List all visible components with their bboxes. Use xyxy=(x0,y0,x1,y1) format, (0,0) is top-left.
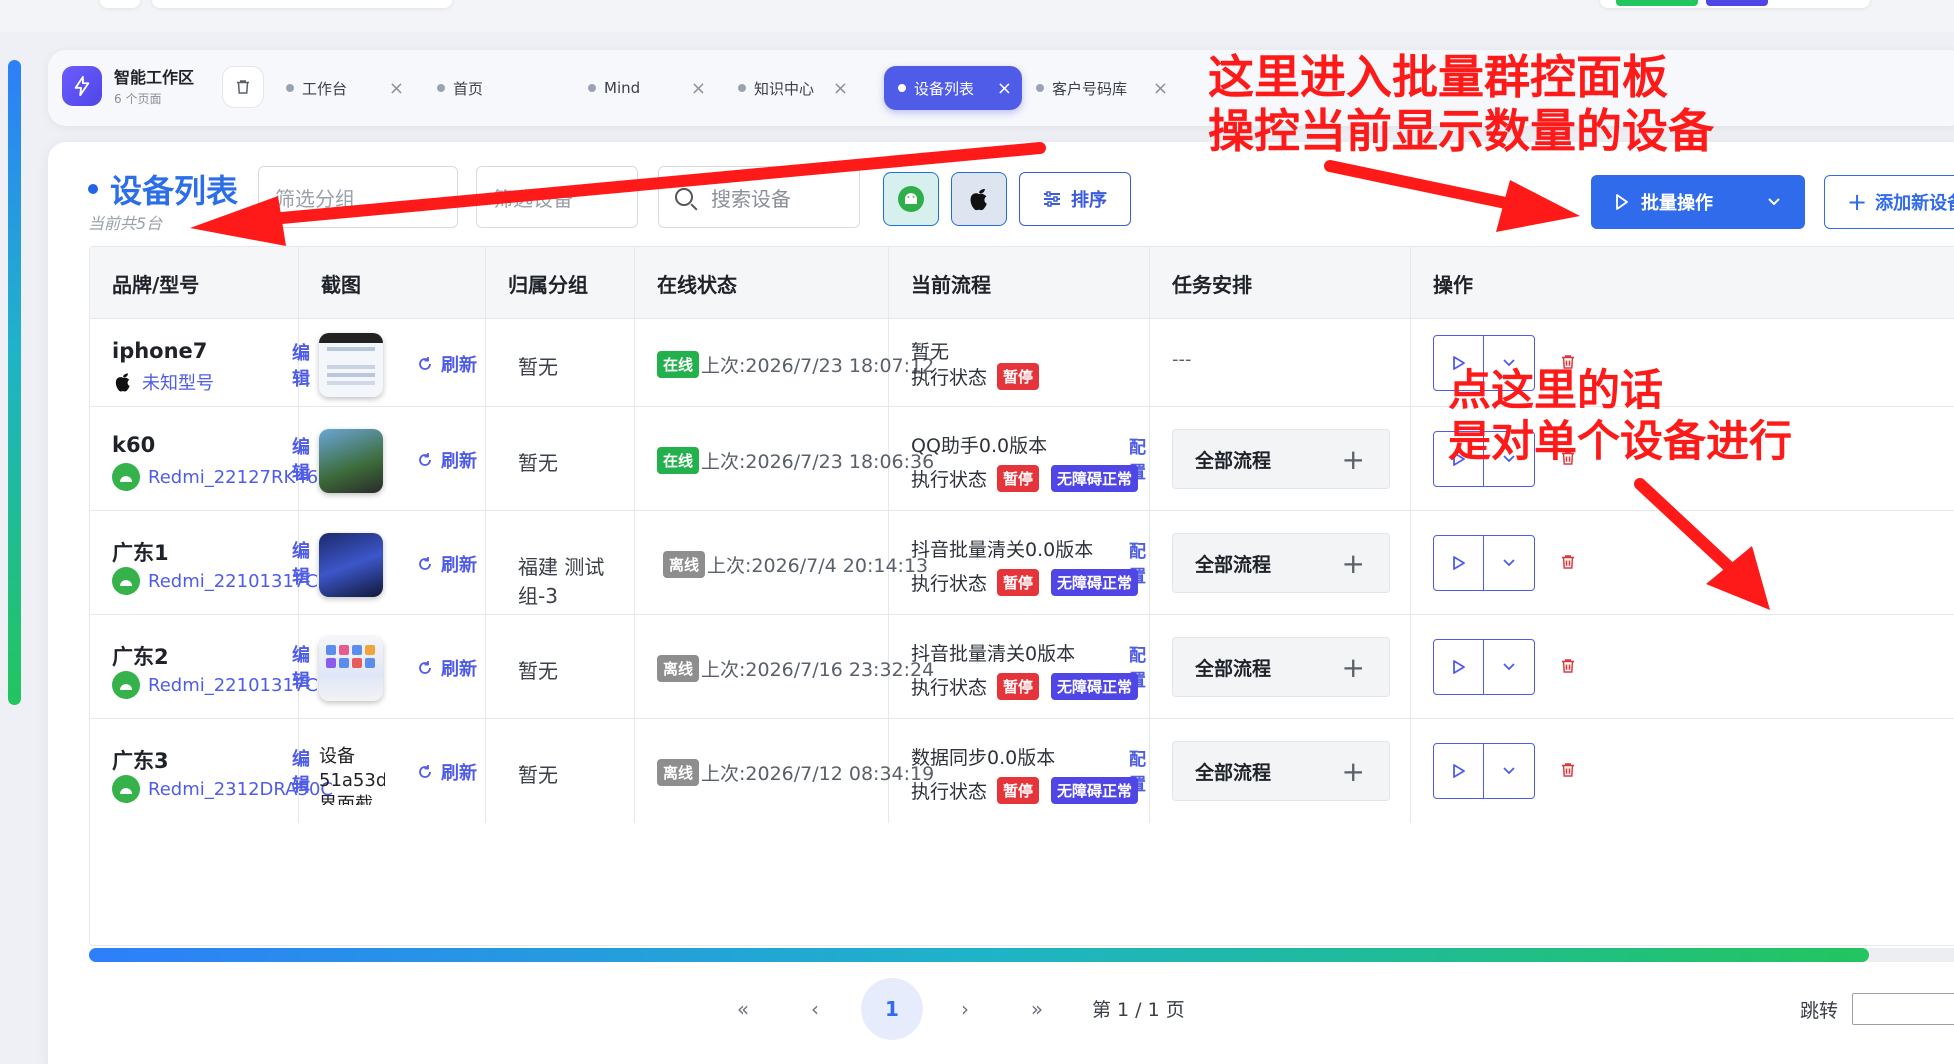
arrow-to-title xyxy=(254,142,1046,226)
annotation-arrows xyxy=(190,142,1770,610)
arrow-head-right-icon xyxy=(1496,180,1580,232)
arrow-head-left-icon xyxy=(190,196,286,246)
arrow-to-run xyxy=(1634,478,1734,572)
arrow-to-batch xyxy=(1324,160,1526,212)
